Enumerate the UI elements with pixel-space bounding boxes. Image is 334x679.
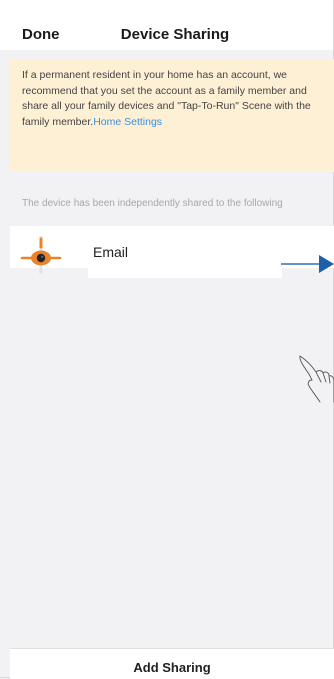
row-extension xyxy=(88,268,282,278)
device-label: Email xyxy=(93,244,129,260)
notice-text: If a permanent resident in your home has… xyxy=(22,69,311,128)
add-sharing-button[interactable]: Add Sharing xyxy=(10,660,334,675)
tap-hand-icon xyxy=(299,355,334,403)
home-settings-link[interactable]: Home Settings xyxy=(93,116,162,128)
arrow-icon xyxy=(281,255,334,273)
camera-device-icon xyxy=(20,236,62,274)
family-notice: If a permanent resident in your home has… xyxy=(10,59,334,172)
top-bar: Done Device Sharing xyxy=(0,0,333,50)
page-title: Device Sharing xyxy=(120,26,230,43)
shared-caption: The device has been independently shared… xyxy=(22,198,283,209)
